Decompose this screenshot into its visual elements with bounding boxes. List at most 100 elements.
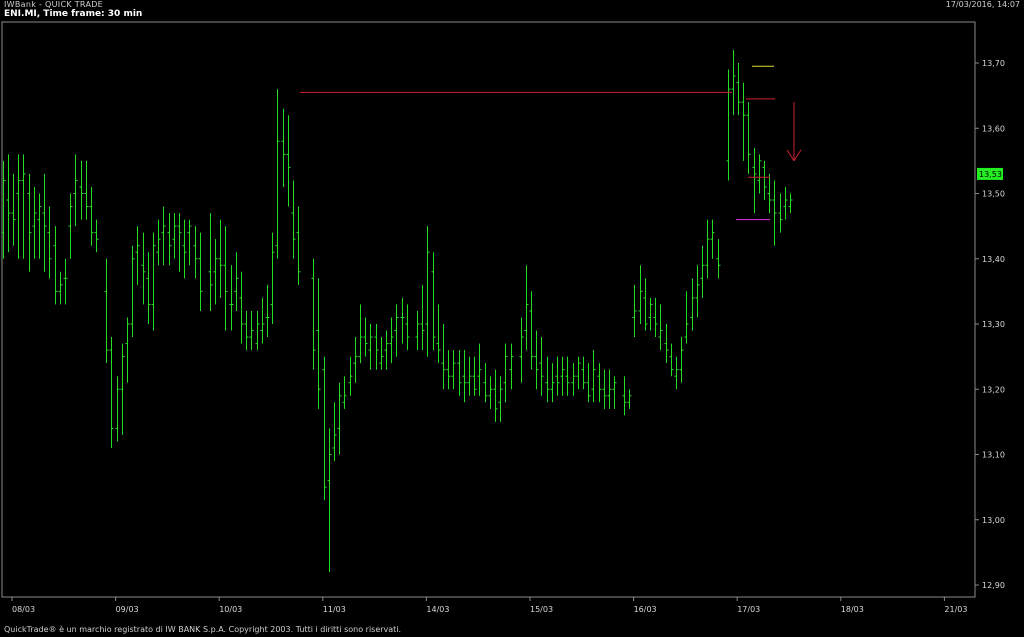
ohlc-bar bbox=[244, 310, 249, 351]
ohlc-bar bbox=[27, 173, 32, 272]
ohlc-bar bbox=[602, 369, 607, 409]
ohlc-bar bbox=[555, 356, 560, 396]
x-tick-label: 17/03 bbox=[737, 605, 760, 614]
ohlc-bar bbox=[746, 102, 751, 174]
ohlc-bar bbox=[716, 239, 721, 279]
ohlc-bar bbox=[47, 206, 52, 279]
ohlc-bar bbox=[529, 291, 534, 370]
ohlc-bar bbox=[146, 252, 151, 324]
ohlc-bar bbox=[690, 278, 695, 331]
ohlc-bar bbox=[89, 186, 94, 246]
ohlc-bar bbox=[545, 356, 550, 403]
ohlc-bar bbox=[316, 278, 321, 409]
ohlc-bar bbox=[762, 160, 767, 201]
ohlc-bar bbox=[58, 271, 63, 305]
ohlc-bar bbox=[571, 363, 576, 396]
ohlc-bar bbox=[32, 186, 37, 259]
ohlc-bar bbox=[581, 356, 586, 390]
ohlc-bar bbox=[337, 382, 342, 455]
ohlc-bar bbox=[120, 343, 125, 435]
ohlc-bar bbox=[441, 324, 446, 390]
ohlc-bar bbox=[425, 226, 430, 357]
ohlc-bar bbox=[363, 317, 368, 357]
x-tick-label: 18/03 bbox=[841, 605, 864, 614]
ohlc-bar bbox=[223, 226, 228, 331]
ohlc-bar bbox=[550, 363, 555, 403]
ohlc-bar bbox=[374, 324, 379, 370]
ohlc-bar bbox=[607, 369, 612, 409]
ohlc-bar bbox=[591, 350, 596, 403]
ohlc-bar bbox=[379, 337, 384, 370]
x-tick-label: 10/03 bbox=[219, 605, 242, 614]
y-tick-label: 13,00 bbox=[982, 516, 1005, 525]
ohlc-bar bbox=[141, 232, 146, 305]
y-tick-label: 13,70 bbox=[982, 59, 1005, 68]
ohlc-bar bbox=[151, 232, 156, 331]
ohlc-bar bbox=[353, 337, 358, 383]
ohlc-bar bbox=[788, 193, 793, 214]
ohlc-bar bbox=[679, 337, 684, 383]
ohlc-bar bbox=[104, 258, 109, 364]
ohlc-bar bbox=[115, 376, 120, 442]
ohlc-bar bbox=[53, 226, 58, 305]
ohlc-bar bbox=[405, 304, 410, 351]
ohlc-bar bbox=[467, 356, 472, 396]
ohlc-bar bbox=[752, 147, 757, 214]
ohlc-bar bbox=[488, 376, 493, 409]
ohlc-bar bbox=[265, 284, 270, 338]
ohlc-bar bbox=[21, 154, 26, 259]
ohlc-bar bbox=[213, 239, 218, 305]
chart-annotations bbox=[300, 65, 802, 221]
ohlc-bar bbox=[42, 173, 47, 272]
ohlc-bar bbox=[757, 154, 762, 194]
ohlc-bar bbox=[208, 213, 213, 311]
y-tick-label: 13,20 bbox=[982, 385, 1005, 394]
ohlc-bar bbox=[420, 284, 425, 351]
ohlc-bar bbox=[503, 343, 508, 403]
ohlc-bar bbox=[270, 232, 275, 324]
ohlc-bar bbox=[653, 297, 658, 338]
time-axis: 08/03 09/03 10/03 11/03 14/03 15/03 16/03 17/03… bbox=[11, 597, 967, 614]
last-price-badge: 13,53 bbox=[977, 167, 1003, 180]
ohlc-bar bbox=[234, 252, 239, 311]
ohlc-bar bbox=[457, 350, 462, 396]
ohlc-bar bbox=[394, 304, 399, 357]
ohlc-bar bbox=[462, 350, 467, 403]
ohlc-bar bbox=[519, 317, 524, 383]
ohlc-bar bbox=[710, 219, 715, 259]
ohlc-bar bbox=[135, 226, 140, 285]
ohlc-bar bbox=[726, 69, 731, 181]
ohlc-bar bbox=[627, 389, 632, 409]
ohlc-bar bbox=[198, 232, 203, 311]
ohlc-bar bbox=[125, 317, 130, 383]
ohlc-bar bbox=[37, 193, 42, 259]
copyright-footer: QuickTrade® è un marchio registrato di I… bbox=[4, 625, 402, 634]
ohlc-bar bbox=[674, 356, 679, 390]
ohlc-bar bbox=[291, 180, 296, 259]
ohlc-bar bbox=[736, 63, 741, 116]
ohlc-bar bbox=[446, 350, 451, 390]
ohlc-bar bbox=[658, 304, 663, 351]
ohlc-bar bbox=[218, 219, 223, 298]
ohlc-bar bbox=[6, 154, 11, 253]
price-chart[interactable]: 13,70 13,60 13,50 13,40 13,30 13,20 13,10 13,00… bbox=[0, 0, 1024, 637]
ohlc-bar bbox=[63, 258, 68, 305]
y-tick-label: 13,10 bbox=[982, 451, 1005, 460]
ohlc-bar bbox=[451, 350, 456, 390]
ohlc-bar bbox=[498, 376, 503, 422]
down-arrow-icon[interactable] bbox=[786, 102, 802, 162]
ohlc-bar bbox=[275, 89, 280, 259]
ohlc-bar bbox=[576, 356, 581, 390]
ohlc-bar bbox=[94, 219, 99, 253]
y-tick-label: 13,30 bbox=[982, 320, 1005, 329]
chart-frame bbox=[1, 21, 976, 598]
ohlc-bar bbox=[778, 193, 783, 233]
x-tick-label: 15/03 bbox=[530, 605, 553, 614]
ohlc-bar bbox=[695, 265, 700, 318]
ohlc-bar bbox=[281, 108, 286, 187]
ohlc-bar bbox=[79, 160, 84, 220]
ohlc-bar bbox=[11, 173, 16, 246]
ohlc-bar bbox=[348, 356, 353, 396]
ohlc-bar bbox=[431, 252, 436, 351]
last-price-label: 13,53 bbox=[979, 170, 1002, 179]
